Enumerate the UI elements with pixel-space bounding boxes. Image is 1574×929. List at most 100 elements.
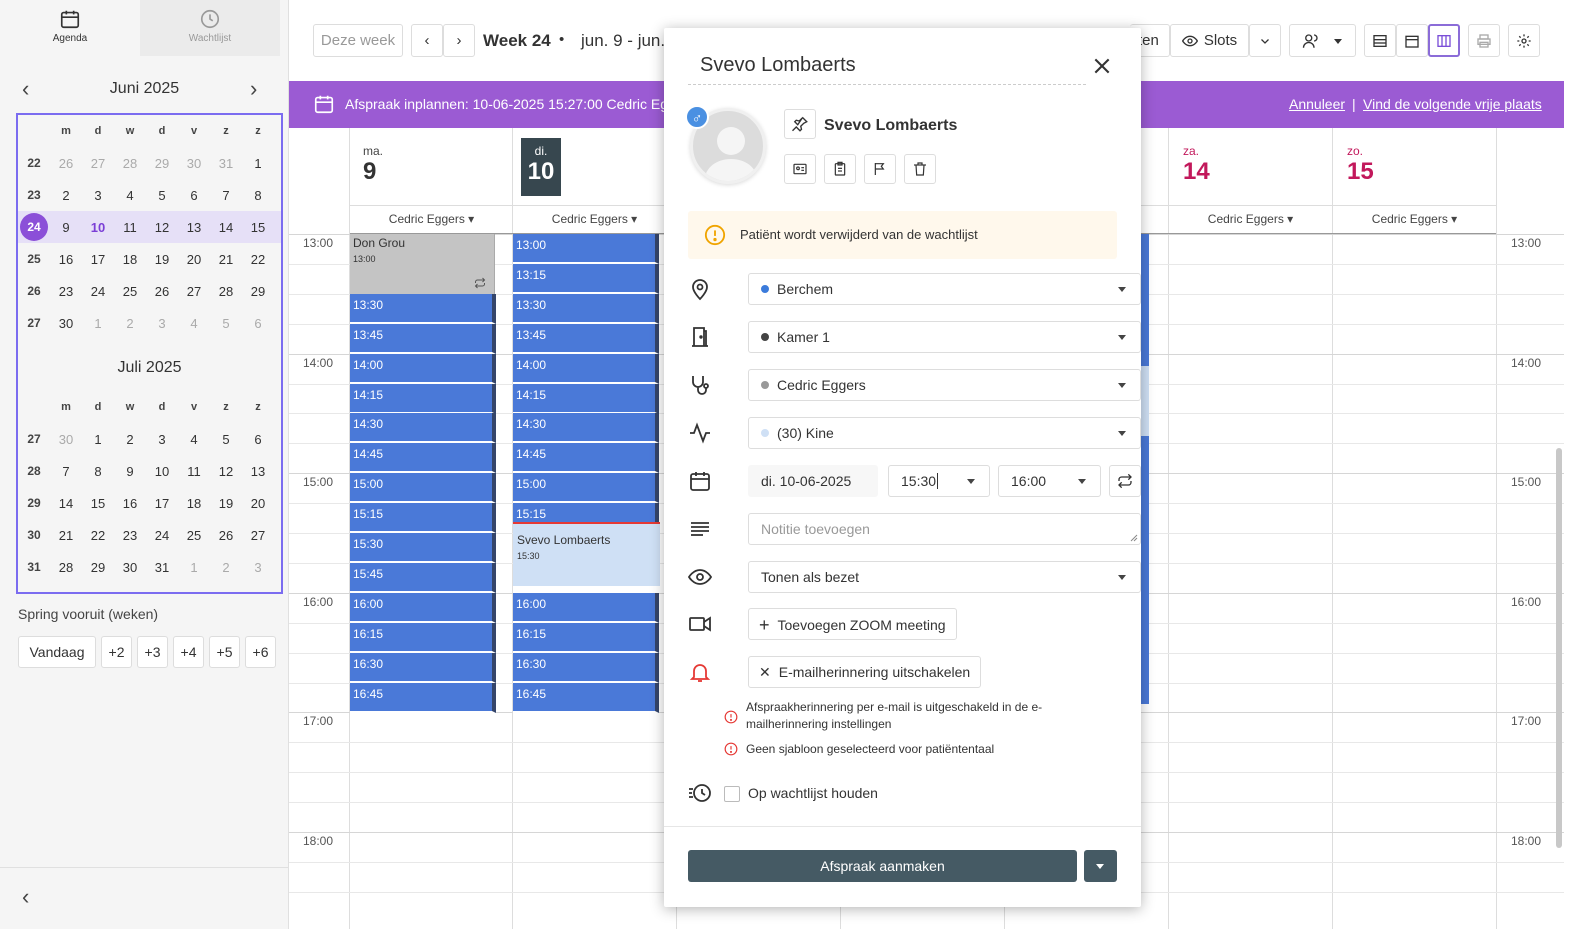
day-cell[interactable]: 13 [178,220,210,235]
available-slot[interactable]: 16:00 [513,593,659,623]
day-cell[interactable]: 9 [114,464,146,479]
week-number[interactable]: 27 [18,316,50,330]
day-cell[interactable]: 11 [178,464,210,479]
this-week-button[interactable]: Deze week [313,24,403,57]
day-cell[interactable]: 24 [82,284,114,299]
day-cell[interactable]: 6 [178,188,210,203]
create-options-dropdown[interactable] [1084,850,1117,882]
next-month-button[interactable]: › [250,76,257,102]
jump-3-button[interactable]: +3 [137,636,168,668]
users-filter-button[interactable] [1289,24,1356,57]
available-slot[interactable]: 13:45 [513,324,659,354]
day-cell[interactable]: 27 [178,284,210,299]
tab-wachtlijst[interactable]: Wachtlijst [140,0,280,56]
available-slot[interactable]: 15:45 [350,563,496,593]
room-select[interactable]: Kamer 1 [748,321,1141,353]
end-time-select[interactable]: 16:00 [998,465,1101,497]
available-slot[interactable]: 14:45 [350,443,496,473]
location-select[interactable]: Berchem [748,273,1141,305]
day-cell[interactable]: 29 [82,560,114,575]
jump-2-button[interactable]: +2 [101,636,132,668]
available-slot[interactable]: 13:00 [513,234,659,264]
day-cell[interactable]: 28 [210,284,242,299]
available-slot[interactable]: 13:30 [513,294,659,324]
jump-5-button[interactable]: +5 [209,636,240,668]
day-cell[interactable]: 4 [178,316,210,331]
week-number[interactable]: 25 [18,252,50,266]
day-cell[interactable]: 12 [146,220,178,235]
day-cell[interactable]: 18 [178,496,210,511]
day-cell[interactable]: 7 [210,188,242,203]
day-cell[interactable]: 30 [178,156,210,171]
day-cell[interactable]: 27 [82,156,114,171]
day-cell[interactable]: 31 [210,156,242,171]
add-zoom-button[interactable]: + Toevoegen ZOOM meeting [748,608,957,640]
day-cell[interactable]: 21 [50,528,82,543]
pin-button[interactable] [784,109,816,139]
patient-card-button[interactable] [784,154,816,184]
next-free-slot-link[interactable]: Vind de volgende vrije plaats [1363,96,1542,112]
day-cell[interactable]: 17 [146,496,178,511]
day-cell[interactable]: 19 [210,496,242,511]
available-slot[interactable]: 15:00 [513,473,659,503]
day-header-tue[interactable]: di. 10 [521,138,561,196]
day-cell[interactable]: 2 [114,432,146,447]
jump-6-button[interactable]: +6 [245,636,276,668]
day-cell[interactable]: 25 [178,528,210,543]
available-slot[interactable]: 14:45 [513,443,659,473]
day-cell[interactable]: 30 [114,560,146,575]
week-number[interactable]: 22 [18,156,50,170]
jump-4-button[interactable]: +4 [173,636,204,668]
day-cell[interactable]: 13 [242,464,274,479]
day-cell[interactable]: 4 [114,188,146,203]
therapist-filter-mon[interactable]: Cedric Eggers ▾ [350,205,513,233]
day-cell[interactable]: 10 [82,220,114,235]
available-slot[interactable]: 14:00 [513,354,659,384]
available-slot[interactable]: 16:45 [350,683,496,713]
day-cell[interactable]: 1 [82,432,114,447]
available-slot[interactable]: 15:00 [350,473,496,503]
available-slot[interactable]: 14:00 [350,354,496,384]
delete-button[interactable] [904,154,936,184]
day-cell[interactable]: 20 [178,252,210,267]
available-slot[interactable]: 15:30 [350,533,496,563]
slots-button[interactable]: Slots [1170,24,1249,57]
print-button[interactable] [1468,24,1500,57]
available-slot[interactable]: 14:30 [513,413,659,443]
day-cell[interactable]: 8 [82,464,114,479]
day-cell[interactable]: 26 [210,528,242,543]
therapist-select[interactable]: Cedric Eggers [748,369,1141,401]
day-cell[interactable]: 3 [146,432,178,447]
day-cell[interactable]: 3 [242,560,274,575]
list-view-button[interactable] [1364,24,1396,57]
available-slot[interactable]: 13:45 [350,324,496,354]
week-number[interactable]: 27 [18,432,50,446]
day-cell[interactable]: 30 [50,432,82,447]
day-cell[interactable]: 2 [50,188,82,203]
slots-dropdown[interactable] [1249,24,1281,57]
week-number[interactable]: 31 [18,560,50,574]
day-cell[interactable]: 6 [242,316,274,331]
day-cell[interactable]: 16 [114,496,146,511]
week-number[interactable]: 28 [18,464,50,478]
recurrence-button[interactable] [1109,465,1141,497]
available-slot[interactable]: 16:00 [350,593,496,623]
available-slot[interactable]: 16:15 [350,623,496,653]
week-number[interactable]: 23 [18,188,50,202]
day-cell[interactable]: 22 [242,252,274,267]
day-cell[interactable]: 2 [210,560,242,575]
day-header-sun[interactable]: zo. 15 [1347,144,1374,186]
appointment-block[interactable]: Don Grou 13:00 [350,234,495,294]
day-cell[interactable]: 23 [50,284,82,299]
date-field[interactable]: di. 10-06-2025 [748,465,878,497]
day-cell[interactable]: 12 [210,464,242,479]
visibility-select[interactable]: Tonen als bezet [748,561,1141,593]
therapist-filter-tue[interactable]: Cedric Eggers ▾ [513,205,676,233]
week-number[interactable]: 26 [18,284,50,298]
day-cell[interactable]: 17 [82,252,114,267]
day-header-sat[interactable]: za. 14 [1183,144,1210,186]
day-cell[interactable]: 15 [242,220,274,235]
day-cell[interactable]: 11 [114,220,146,235]
day-cell[interactable]: 14 [50,496,82,511]
day-cell[interactable]: 7 [50,464,82,479]
